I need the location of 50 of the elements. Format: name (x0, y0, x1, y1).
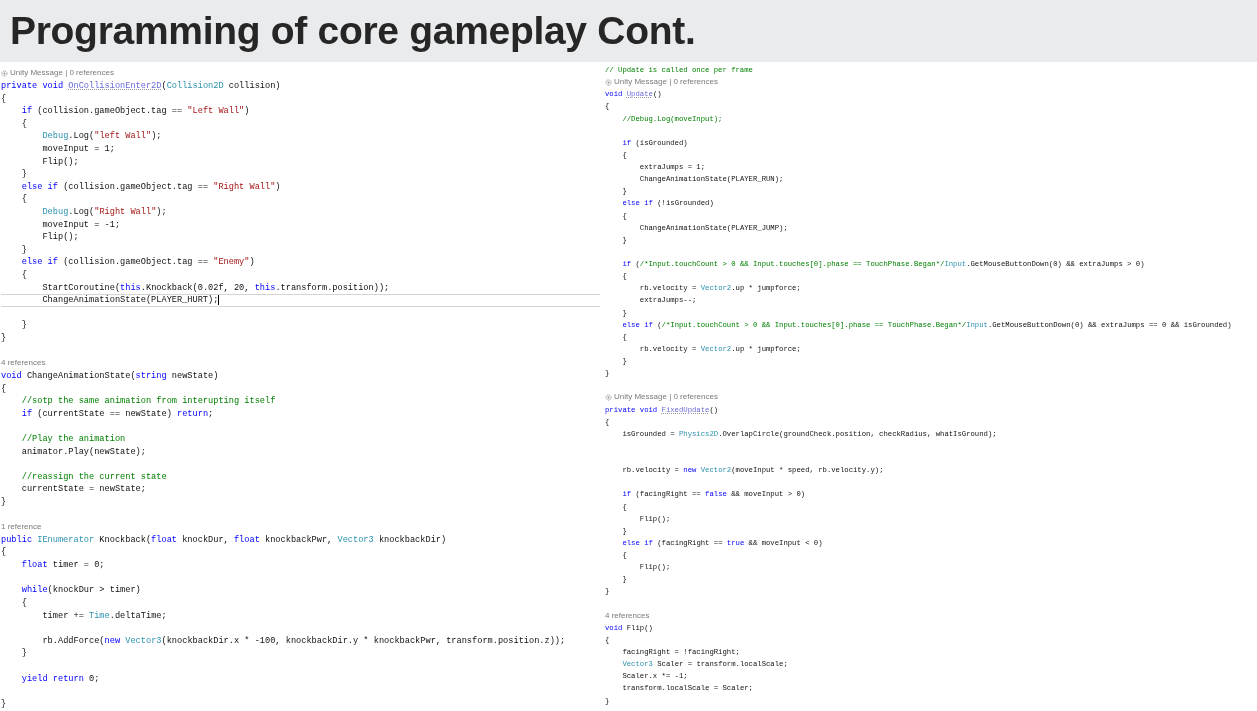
gear-icon (605, 78, 612, 86)
code-line: void ChangeAnimationState(string newState) (1, 370, 219, 381)
code-line: { (1, 93, 7, 104)
code-line: } (1, 698, 7, 709)
code-line: ChangeAnimationState(PLAYER_HURT); (42, 295, 219, 306)
code-line: } (1, 497, 7, 507)
code-line: Flip(); (42, 156, 79, 167)
code-line: moveInput = -1; (42, 219, 121, 230)
code-line: //reassign the current state (21, 471, 167, 482)
code-line: } (21, 169, 27, 180)
code-line: else if (collision.gameObject.tag == "Right Wall") (21, 181, 281, 192)
code-line: timer += Time.deltaTime; (42, 610, 167, 621)
code-line: { (21, 194, 27, 205)
codelens-hint[interactable]: 1 reference (1, 523, 42, 532)
code-line: yield return 0; (21, 673, 100, 684)
codelens-hint[interactable]: Unity Message | 0 references (614, 393, 718, 402)
code-line: rb.AddForce(new Vector3(knockbackDir.x * -100, knockbackDir.y * knockbackPwr, transform.position.z)); (42, 635, 566, 646)
code-line: while(knockDur > timer) (21, 585, 141, 596)
code-line: else if (collision.gameObject.tag == "Enemy") (21, 257, 255, 268)
code-line: { (21, 270, 27, 281)
code-line: private void OnCollisionEnter2D(Collision2D collision) (1, 80, 281, 91)
gear-icon (1, 69, 8, 77)
code-line: } (21, 244, 27, 255)
code-line: moveInput = 1; (42, 143, 115, 154)
code-line: currentState = newState; (21, 484, 146, 495)
code-line: //Play the animation (21, 433, 126, 444)
codelens-hint[interactable]: Unity Message | 0 references (614, 78, 718, 87)
code-line: //sotp the same animation from interupting itself (21, 396, 276, 407)
code-line: public IEnumerator Knockback(float knockDur, float knockbackPwr, Vector3 knockbackDir) (1, 534, 447, 545)
code-line: if (currentState == newState) return; (21, 408, 214, 419)
code-line: } (1, 333, 7, 344)
code-line: float timer = 0; (21, 560, 105, 571)
codelens-hint[interactable]: 4 references (1, 359, 46, 368)
codelens-hint[interactable]: Unity Message | 0 references (10, 69, 114, 78)
code-line: if (collision.gameObject.tag == "Left Wall") (21, 106, 250, 117)
code-line: { (21, 597, 27, 608)
code-line: StartCoroutine(this.Knockback(0.02f, 20, this.transform.position)); (42, 282, 390, 293)
code-line: Flip(); (42, 232, 79, 243)
gear-icon (605, 393, 612, 401)
code-line: Debug.Log("Right Wall"); (42, 207, 167, 217)
code-line: { (1, 547, 7, 558)
code-line: Debug.Log("left Wall"); (42, 131, 162, 142)
slide-title: Programming of core gameplay Cont. (10, 9, 696, 53)
code-line: } (21, 648, 27, 659)
code-line: animator.Play(newState); (21, 446, 146, 457)
codelens-hint[interactable]: 4 references (605, 611, 650, 620)
code-line: } (21, 320, 27, 331)
code-line: { (1, 383, 7, 394)
text-cursor (218, 295, 220, 306)
code-line: { (21, 118, 27, 129)
